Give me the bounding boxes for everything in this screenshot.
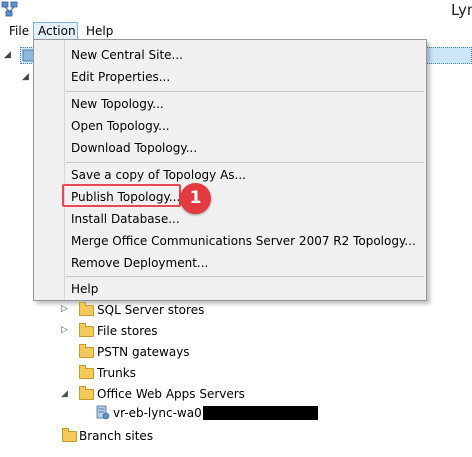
menu-file[interactable]: File: [5, 22, 33, 40]
menu-item-help[interactable]: Help: [71, 278, 98, 300]
menu-action[interactable]: Action: [33, 22, 78, 40]
menu-separator: [66, 162, 424, 163]
menu-item-save-copy-topology[interactable]: Save a copy of Topology As...: [71, 164, 246, 186]
title-bar: Lync: [0, 0, 472, 22]
menu-item-download-topology[interactable]: Download Topology...: [71, 137, 197, 159]
menu-item-open-topology[interactable]: Open Topology...: [71, 115, 170, 137]
menu-item-new-central-site[interactable]: New Central Site...: [71, 44, 183, 66]
tree-node-office-web-apps-server[interactable]: vr-eb-lync-wa01.: [113, 403, 213, 423]
tree-node-sql-server-stores[interactable]: SQL Server stores: [97, 300, 204, 320]
topology-builder-icon: [1, 1, 18, 17]
tree-node-office-web-apps-servers[interactable]: Office Web Apps Servers: [97, 384, 245, 404]
menu-separator: [66, 276, 424, 277]
expand-icon[interactable]: ▷: [61, 325, 68, 335]
collapse-icon[interactable]: ◢: [61, 389, 68, 399]
menu-item-install-database[interactable]: Install Database...: [71, 208, 180, 230]
tree-node-trunks[interactable]: Trunks: [97, 363, 136, 383]
menu-item-edit-properties[interactable]: Edit Properties...: [71, 66, 170, 88]
expand-icon[interactable]: ▷: [61, 304, 68, 314]
redacted-text: [203, 406, 318, 420]
tree-node-file-stores[interactable]: File stores: [97, 321, 158, 341]
action-menu: New Central Site... Edit Properties... N…: [33, 39, 427, 301]
folder-icon: [62, 428, 77, 442]
folder-icon: [79, 365, 94, 379]
menu-gutter: [64, 40, 65, 300]
publish-topology-highlight: [62, 184, 181, 207]
tree-child-collapse-icon[interactable]: ◢: [22, 72, 29, 82]
folder-icon: [79, 344, 94, 358]
menu-item-merge-ocs-topology[interactable]: Merge Office Communications Server 2007 …: [71, 230, 416, 252]
tree-node-branch-sites[interactable]: Branch sites: [79, 426, 153, 446]
step-callout-badge: 1: [180, 183, 211, 214]
window-title: Lync: [451, 1, 472, 19]
menu-separator: [66, 91, 424, 92]
menu-item-new-topology[interactable]: New Topology...: [71, 93, 164, 115]
folder-icon: [79, 323, 94, 337]
folder-icon: [79, 386, 94, 400]
menu-help[interactable]: Help: [82, 22, 117, 40]
tree-root-collapse-icon[interactable]: ◢: [4, 50, 11, 60]
menu-item-remove-deployment[interactable]: Remove Deployment...: [71, 252, 208, 274]
menu-bar: File Action Help: [0, 22, 472, 40]
tree-node-pstn-gateways[interactable]: PSTN gateways: [97, 342, 190, 362]
folder-icon: [79, 302, 94, 316]
server-icon: [96, 405, 110, 420]
